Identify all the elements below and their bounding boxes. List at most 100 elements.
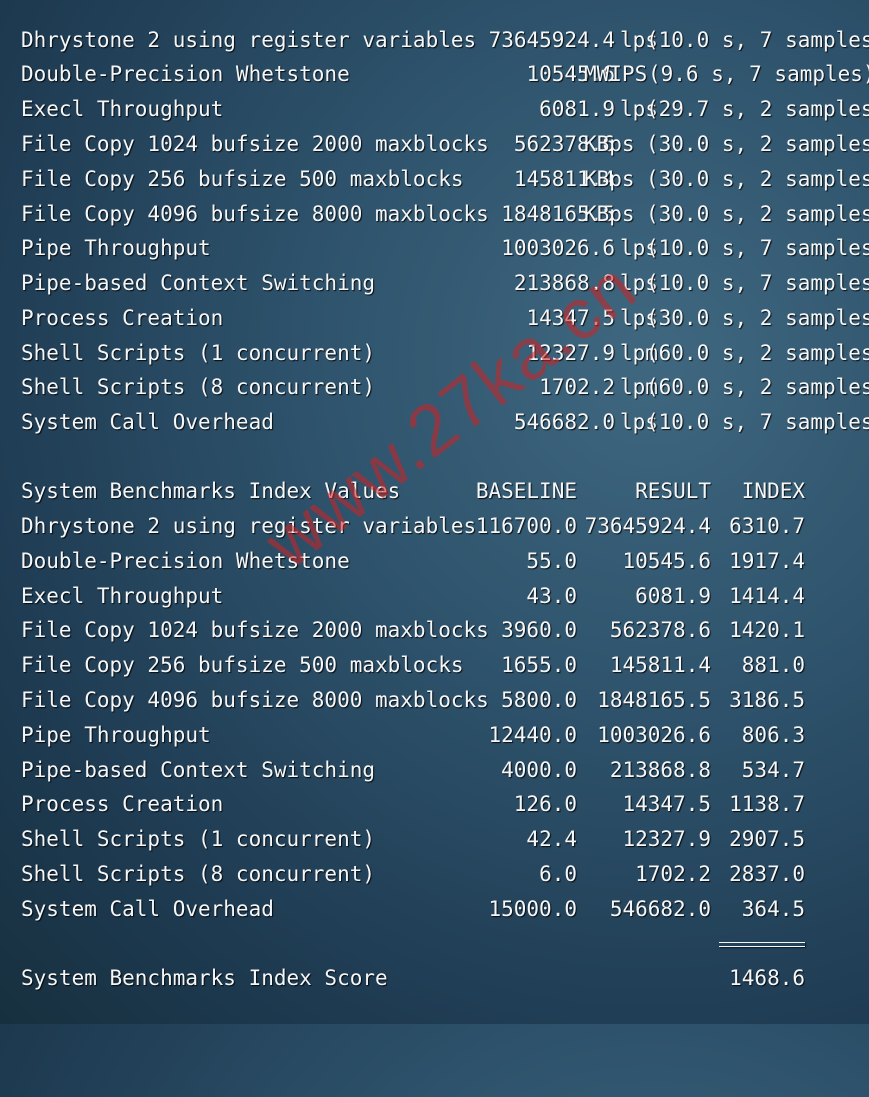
benchmark-name: Pipe Throughput — [21, 236, 211, 260]
result-row: Process Creation 14347.5 lps (30.0 s, 2 … — [0, 301, 869, 335]
index-value: 1420.1 — [729, 618, 805, 642]
result-value: 562378.6 — [609, 618, 711, 642]
index-value: 806.3 — [741, 723, 805, 747]
result-value: 14347.5 — [622, 792, 711, 816]
baseline-value: 5800.0 — [501, 688, 577, 712]
benchmark-value: 73645924.4 — [488, 28, 615, 52]
index-value: 364.5 — [741, 897, 805, 921]
result-row: Execl Throughput 6081.9 lps (29.7 s, 2 s… — [0, 92, 869, 126]
column-header-index: INDEX — [741, 479, 805, 503]
benchmark-name: Process Creation — [21, 306, 224, 330]
index-value: 1138.7 — [729, 792, 805, 816]
benchmark-value: 12327.9 — [526, 341, 615, 365]
index-benchmark-name: Pipe-based Context Switching — [21, 758, 376, 782]
baseline-value: 42.4 — [526, 827, 577, 851]
benchmark-name: System Call Overhead — [21, 410, 274, 434]
result-row: Shell Scripts (1 concurrent) 12327.9 lpm… — [0, 336, 869, 370]
baseline-value: 4000.0 — [501, 758, 577, 782]
index-value: 534.7 — [741, 758, 805, 782]
result-value: 12327.9 — [622, 827, 711, 851]
benchmark-samples: (60.0 s, 2 samples) — [646, 341, 869, 365]
result-value: 145811.4 — [609, 653, 711, 677]
result-row: File Copy 4096 bufsize 8000 maxblocks 18… — [0, 197, 869, 231]
index-value: 6310.7 — [729, 514, 805, 538]
index-value: 2837.0 — [729, 862, 805, 886]
index-benchmark-name: Dhrystone 2 using register variables — [21, 514, 477, 538]
benchmark-samples: (30.0 s, 2 samples) — [646, 306, 869, 330]
score-separator — [719, 942, 805, 947]
baseline-value: 6.0 — [539, 862, 577, 886]
benchmark-samples: (10.0 s, 7 samples) — [646, 236, 869, 260]
score-separator-row — [0, 927, 869, 961]
index-benchmark-name: Shell Scripts (8 concurrent) — [21, 862, 376, 886]
benchmark-name: Shell Scripts (1 concurrent) — [21, 341, 376, 365]
result-value: 10545.6 — [622, 549, 711, 573]
index-benchmark-name: System Call Overhead — [21, 897, 274, 921]
benchmark-unit: KBps — [584, 132, 635, 156]
result-value: 546682.0 — [609, 897, 711, 921]
index-row: File Copy 1024 bufsize 2000 maxblocks 39… — [0, 613, 869, 647]
benchmark-unit: KBps — [584, 202, 635, 226]
result-value: 1003026.6 — [597, 723, 711, 747]
baseline-value: 55.0 — [526, 549, 577, 573]
index-value: 881.0 — [741, 653, 805, 677]
benchmark-name: Pipe-based Context Switching — [21, 271, 376, 295]
index-benchmark-name: File Copy 256 bufsize 500 maxblocks — [21, 653, 464, 677]
benchmark-name: Double-Precision Whetstone — [21, 62, 350, 86]
benchmark-value: 546682.0 — [513, 410, 615, 434]
baseline-value: 43.0 — [526, 584, 577, 608]
score-value: 1468.6 — [729, 966, 805, 990]
baseline-value: 12440.0 — [488, 723, 577, 747]
benchmark-samples: (30.0 s, 2 samples) — [646, 202, 869, 226]
index-benchmark-name: File Copy 4096 bufsize 8000 maxblocks — [21, 688, 489, 712]
benchmark-value: 14347.5 — [526, 306, 615, 330]
index-row: Process Creation 126.0 14347.5 1138.7 — [0, 787, 869, 821]
column-header-baseline: BASELINE — [475, 479, 577, 503]
benchmark-samples: (9.6 s, 7 samples) — [648, 62, 869, 86]
benchmark-samples: (30.0 s, 2 samples) — [646, 132, 869, 156]
result-value: 1848165.5 — [597, 688, 711, 712]
index-row: Dhrystone 2 using register variables 116… — [0, 509, 869, 543]
result-row: Pipe Throughput 1003026.6 lps (10.0 s, 7… — [0, 231, 869, 265]
benchmark-value: 6081.9 — [539, 97, 615, 121]
baseline-value: 3960.0 — [501, 618, 577, 642]
index-benchmark-name: Process Creation — [21, 792, 224, 816]
benchmark-name: File Copy 4096 bufsize 8000 maxblocks — [21, 202, 489, 226]
baseline-value: 15000.0 — [488, 897, 577, 921]
benchmark-name: Execl Throughput — [21, 97, 224, 121]
benchmark-unit: KBps — [584, 167, 635, 191]
index-benchmark-name: Execl Throughput — [21, 584, 224, 608]
index-benchmark-name: Double-Precision Whetstone — [21, 549, 350, 573]
benchmark-name: Shell Scripts (8 concurrent) — [21, 375, 376, 399]
benchmark-unit: MWIPS — [584, 62, 648, 86]
benchmark-value: 1702.2 — [539, 375, 615, 399]
index-row: File Copy 256 bufsize 500 maxblocks 1655… — [0, 648, 869, 682]
score-label: System Benchmarks Index Score — [21, 966, 388, 990]
baseline-value: 1655.0 — [501, 653, 577, 677]
benchmark-value: 1003026.6 — [501, 236, 615, 260]
result-value: 1702.2 — [635, 862, 711, 886]
column-header-result: RESULT — [635, 479, 711, 503]
index-row: Shell Scripts (8 concurrent) 6.0 1702.2 … — [0, 857, 869, 891]
result-value: 73645924.4 — [584, 514, 711, 538]
index-row: Pipe Throughput 12440.0 1003026.6 806.3 — [0, 718, 869, 752]
result-row: File Copy 1024 bufsize 2000 maxblocks 56… — [0, 127, 869, 161]
result-row: Double-Precision Whetstone 10545.6 MWIPS… — [0, 57, 869, 91]
result-value: 6081.9 — [635, 584, 711, 608]
index-table-title: System Benchmarks Index Values — [21, 479, 401, 503]
benchmark-samples: (10.0 s, 7 samples) — [646, 28, 869, 52]
result-row: Dhrystone 2 using register variables 736… — [0, 23, 869, 57]
benchmark-name: File Copy 256 bufsize 500 maxblocks — [21, 167, 464, 191]
benchmark-name: File Copy 1024 bufsize 2000 maxblocks — [21, 132, 489, 156]
benchmark-samples: (10.0 s, 7 samples) — [646, 271, 869, 295]
benchmark-samples: (30.0 s, 2 samples) — [646, 167, 869, 191]
terminal-output: Dhrystone 2 using register variables 736… — [0, 0, 869, 1024]
benchmark-samples: (10.0 s, 7 samples) — [646, 410, 869, 434]
index-benchmark-name: File Copy 1024 bufsize 2000 maxblocks — [21, 618, 489, 642]
index-benchmark-name: Pipe Throughput — [21, 723, 211, 747]
index-row: Shell Scripts (1 concurrent) 42.4 12327.… — [0, 822, 869, 856]
benchmark-samples: (60.0 s, 2 samples) — [646, 375, 869, 399]
index-value: 1917.4 — [729, 549, 805, 573]
index-row: Pipe-based Context Switching 4000.0 2138… — [0, 753, 869, 787]
result-row: Shell Scripts (8 concurrent) 1702.2 lpm … — [0, 370, 869, 404]
